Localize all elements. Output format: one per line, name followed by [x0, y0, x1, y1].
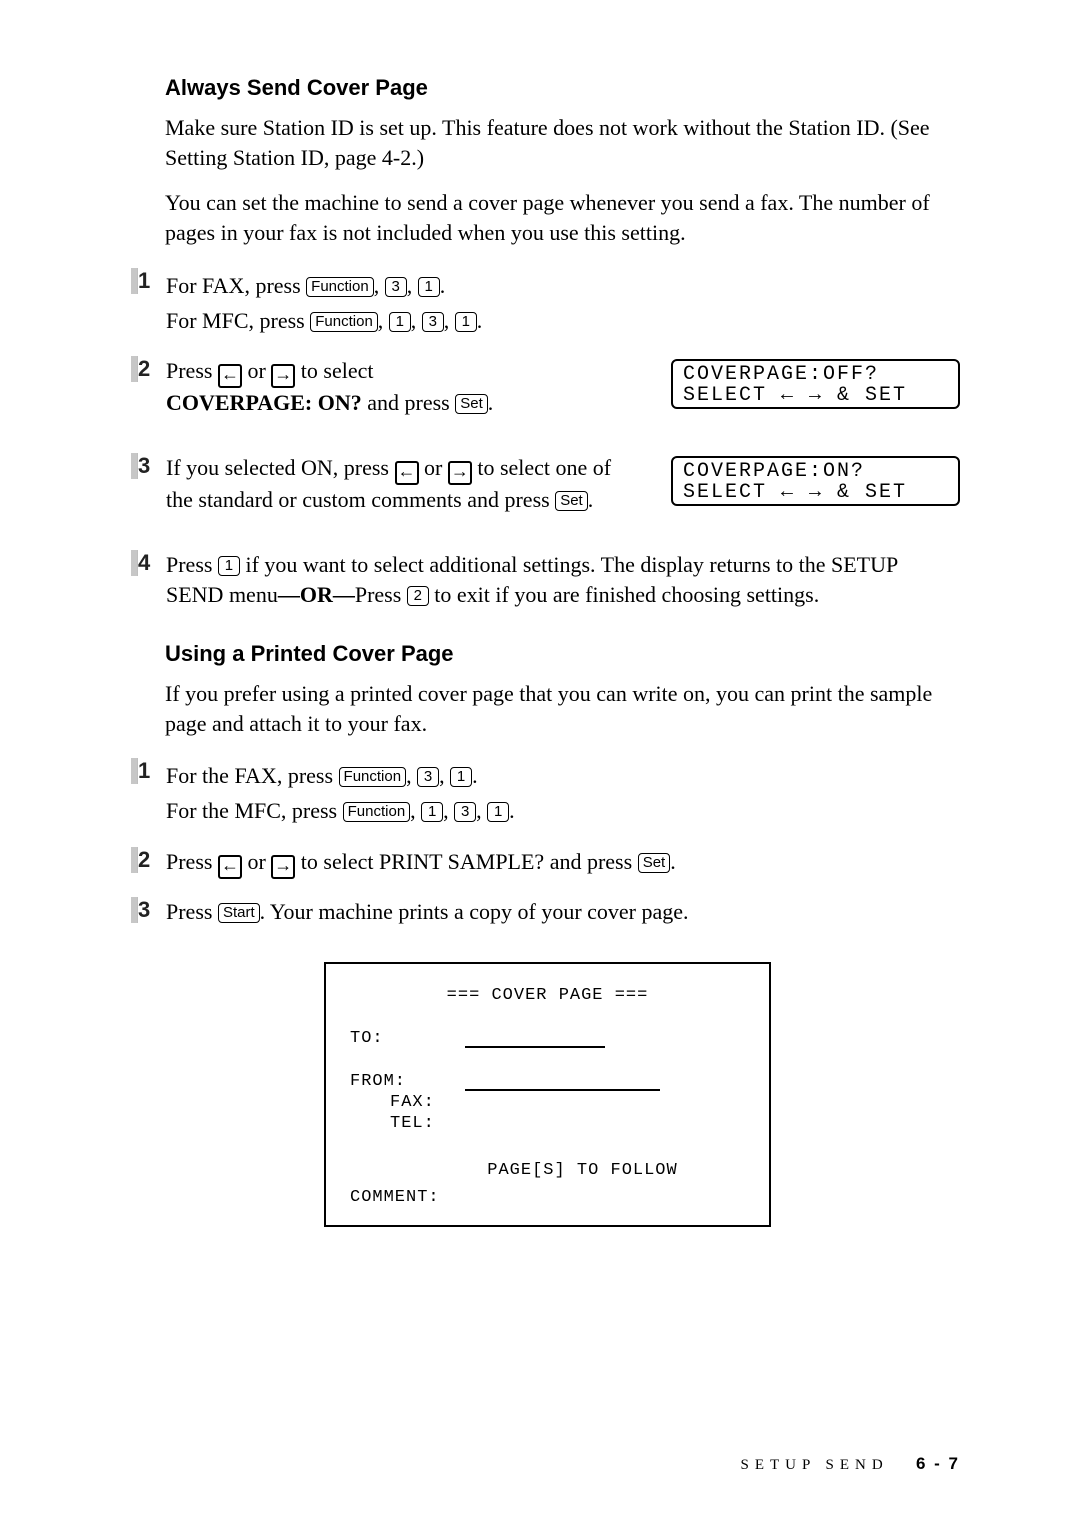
key-3-icon: 3	[385, 277, 407, 297]
heading-printed-cover: Using a Printed Cover Page	[165, 641, 960, 667]
text: If you selected ON, press	[166, 455, 395, 480]
step-number-icon: 4	[135, 550, 156, 576]
step-number-icon: 1	[135, 758, 156, 784]
text: For the FAX, press	[166, 763, 339, 788]
right-arrow-icon: →	[271, 364, 295, 388]
key-1-icon: 1	[455, 312, 477, 332]
key-2-icon: 2	[407, 586, 429, 606]
lcd-display: COVERPAGE:ON? SELECT ← → & SET	[671, 456, 960, 506]
sample-from-label: FROM:	[350, 1072, 465, 1091]
footer-page-number: 6 - 7	[916, 1454, 960, 1473]
sample-pages-label: PAGE[S] TO FOLLOW	[350, 1161, 745, 1180]
text: Press	[355, 582, 407, 607]
step-2: 2 Press ← or → to select COVERPAGE: ON? …	[135, 356, 960, 435]
step-number-icon: 2	[135, 356, 156, 382]
text: to exit if you are finished choosing set…	[429, 582, 819, 607]
blank-line	[465, 1032, 605, 1048]
para: Make sure Station ID is set up. This fea…	[165, 113, 960, 172]
para: You can set the machine to send a cover …	[165, 188, 960, 247]
sample-tel-label: TEL:	[350, 1114, 505, 1133]
key-1-icon: 1	[487, 802, 509, 822]
key-1-icon: 1	[418, 277, 440, 297]
right-arrow-icon: →	[448, 461, 472, 485]
step-number-icon: 3	[135, 453, 156, 479]
key-3-icon: 3	[417, 767, 439, 787]
left-arrow-icon: ←	[395, 461, 419, 485]
step-2: 2 Press ← or → to select PRINT SAMPLE? a…	[135, 847, 960, 879]
function-key-icon: Function	[339, 767, 407, 787]
text: For FAX, press	[166, 273, 306, 298]
text-bold: —OR—	[278, 582, 355, 607]
lcd-display: COVERPAGE:OFF? SELECT ← → & SET	[671, 359, 960, 409]
blank-line	[465, 1075, 660, 1091]
text: For the MFC, press	[166, 798, 343, 823]
step-number-icon: 2	[135, 847, 156, 873]
text: Press	[166, 899, 218, 924]
set-key-icon: Set	[455, 394, 488, 414]
key-1-icon: 1	[421, 802, 443, 822]
sample-comment-label: COMMENT:	[350, 1188, 745, 1207]
function-key-icon: Function	[343, 802, 411, 822]
step-1: 1 For the FAX, press Function, 3, 1. For…	[135, 758, 960, 828]
text-bold: COVERPAGE: ON?	[166, 390, 362, 415]
sample-to-label: TO:	[350, 1029, 465, 1048]
key-1-icon: 1	[218, 556, 240, 576]
text: or	[242, 358, 271, 383]
left-arrow-icon: ←	[218, 364, 242, 388]
step-number-icon: 3	[135, 897, 156, 923]
step-number-icon: 1	[135, 268, 156, 294]
set-key-icon: Set	[555, 491, 588, 511]
text: . Your machine prints a copy of your cov…	[260, 899, 689, 924]
step-3: 3 If you selected ON, press ← or → to se…	[135, 453, 960, 532]
cover-page-sample: === COVER PAGE === TO: FROM: FAX: TEL: P…	[324, 962, 771, 1227]
right-arrow-icon: →	[271, 855, 295, 879]
step-1: 1 For FAX, press Function, 3, 1. For MFC…	[135, 268, 960, 338]
start-key-icon: Start	[218, 903, 260, 923]
text: For MFC, press	[166, 308, 310, 333]
text: or	[242, 849, 271, 874]
para: If you prefer using a printed cover page…	[165, 679, 960, 738]
key-3-icon: 3	[454, 802, 476, 822]
key-1-icon: 1	[450, 767, 472, 787]
text: Press	[166, 849, 218, 874]
step-4: 4 Press 1 if you want to select addition…	[135, 550, 960, 611]
key-1-icon: 1	[389, 312, 411, 332]
text: to select PRINT SAMPLE? and press	[295, 849, 637, 874]
key-3-icon: 3	[422, 312, 444, 332]
sample-title: === COVER PAGE ===	[350, 986, 745, 1005]
heading-always-send: Always Send Cover Page	[165, 75, 960, 101]
page-footer: SETUP SEND 6 - 7	[741, 1454, 961, 1474]
left-arrow-icon: ←	[218, 855, 242, 879]
text: to select	[295, 358, 373, 383]
text: or	[419, 455, 448, 480]
footer-section: SETUP SEND	[741, 1457, 889, 1473]
function-key-icon: Function	[310, 312, 378, 332]
text: and press	[362, 390, 455, 415]
text: Press	[166, 552, 218, 577]
text: Press	[166, 358, 218, 383]
set-key-icon: Set	[638, 853, 671, 873]
sample-fax-label: FAX:	[350, 1093, 505, 1112]
step-3: 3 Press Start. Your machine prints a cop…	[135, 897, 960, 927]
function-key-icon: Function	[306, 277, 374, 297]
